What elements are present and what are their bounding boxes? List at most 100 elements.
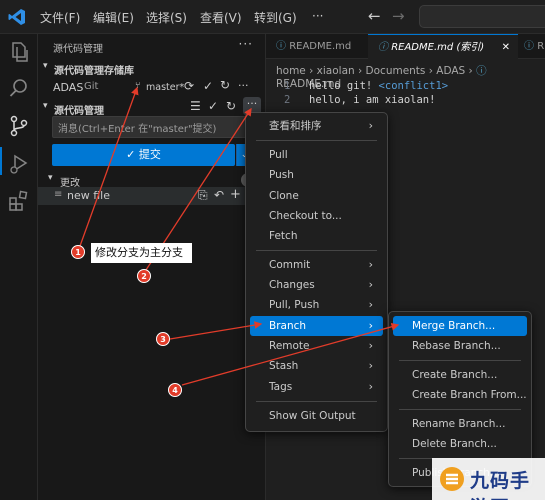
chevron-down-icon: ▾ (48, 173, 53, 183)
chevron-right-icon: › (368, 278, 373, 291)
info-icon: ⓘ (476, 65, 487, 77)
line-number: 2 (284, 94, 291, 106)
sidebar-more-button[interactable]: ··· (239, 37, 253, 51)
sidebar-title: 源代码管理 (53, 44, 103, 55)
view-as-tree-icon[interactable]: ☰ (190, 99, 201, 117)
annotation-label: 修改分支为主分支 (91, 243, 192, 263)
tab-overflow[interactable]: ⓘ R (518, 34, 545, 59)
info-icon: ⓘ (276, 41, 286, 52)
repo-more-icon[interactable]: ··· (238, 79, 249, 92)
branch-icon: ⑂ (135, 81, 141, 91)
menu-item-create-branch[interactable]: Create Branch... (393, 365, 527, 385)
menu-item-remote[interactable]: Remote › (250, 336, 383, 356)
active-indicator (0, 147, 2, 175)
menu-item-rebase-branch[interactable]: Rebase Branch... (393, 336, 527, 356)
menu-item-create-branch-from[interactable]: Create Branch From... (393, 385, 527, 405)
annotation-marker-4: 4 (168, 383, 182, 397)
editor-tabs: ⓘ README.md ⓘ README.md (索引) ✕ ⓘ R (266, 34, 545, 59)
menu-separator (256, 401, 377, 402)
commit-message-input[interactable]: 消息(Ctrl+Enter 在"master"提交) (52, 116, 252, 138)
discard-changes-icon[interactable]: ↶ (214, 188, 224, 202)
menu-item-checkout[interactable]: Checkout to... (250, 206, 383, 226)
menu-item-view-sort[interactable]: 查看和排序 › (250, 116, 383, 136)
menu-separator (399, 409, 521, 410)
vscode-logo-icon (8, 9, 25, 25)
repo-kind: Git (84, 81, 99, 92)
menu-view[interactable]: 查看(V) (200, 9, 242, 26)
stage-changes-icon[interactable]: + (230, 187, 241, 202)
refresh-icon[interactable]: ↻ (220, 78, 230, 92)
branch-name[interactable]: master* (146, 82, 184, 93)
annotation-marker-3: 3 (156, 332, 170, 346)
tab-readme-label: README.md (289, 41, 352, 52)
menu-item-changes[interactable]: Changes › (250, 275, 383, 295)
menu-file[interactable]: 文件(F) (40, 9, 80, 26)
repository-row[interactable]: ADAS Git ⑂ master* ⟳ ✓ ↻ ··· (38, 78, 266, 98)
close-icon[interactable]: ✕ (502, 35, 510, 60)
explorer-icon[interactable] (7, 40, 31, 64)
chevron-down-icon: ▾ (43, 61, 48, 71)
code-text: hello git! (309, 80, 379, 92)
repositories-section-label: 源代码管理存储库 (54, 66, 134, 77)
menu-separator (256, 140, 377, 141)
open-file-icon[interactable]: ⎘ (198, 188, 208, 203)
menu-selection[interactable]: 选择(S) (146, 9, 187, 26)
menu-item-rename-branch[interactable]: Rename Branch... (393, 414, 527, 434)
menu-item-pull[interactable]: Pull (250, 145, 383, 165)
chevron-right-icon: › (368, 339, 373, 352)
breadcrumb-item[interactable]: home (276, 65, 306, 77)
back-arrow-icon[interactable]: ← (368, 7, 381, 25)
repositories-section-header[interactable]: ▾ 源代码管理存储库 (38, 59, 266, 77)
menu-go[interactable]: 转到(G) (254, 9, 297, 26)
menu-item-delete-branch[interactable]: Delete Branch... (393, 434, 527, 454)
menu-item-push[interactable]: Push (250, 165, 383, 185)
code-tag: <conflict1> (378, 80, 449, 92)
refresh-icon[interactable]: ↻ (226, 99, 236, 117)
menu-item-tags[interactable]: Tags › (250, 377, 383, 397)
search-icon[interactable] (7, 76, 31, 100)
tab-readme-index-label: README.md (索引) (391, 42, 485, 53)
chevron-right-icon: › (368, 298, 373, 311)
command-center[interactable] (419, 5, 545, 28)
menu-item-merge-branch[interactable]: Merge Branch... (393, 316, 527, 336)
checkmark-icon[interactable]: ✓ (203, 79, 213, 93)
commit-button[interactable]: ✓ 提交 (52, 144, 235, 166)
menu-item-pull-push[interactable]: Pull, Push › (250, 295, 383, 315)
tab-readme-index[interactable]: ⓘ README.md (索引) ✕ (368, 34, 518, 59)
chevron-right-icon: › (368, 119, 373, 132)
menu-item-fetch[interactable]: Fetch (250, 226, 383, 246)
forward-arrow-icon[interactable]: → (392, 7, 405, 25)
sync-icon[interactable]: ⟳ (184, 79, 194, 93)
file-icon: ≡ (54, 189, 63, 200)
menu-separator (256, 250, 377, 251)
file-name: new file (67, 189, 110, 202)
context-menu: 查看和排序 › Pull Push Clone Checkout to... Fe… (245, 112, 388, 432)
menu-item-commit[interactable]: Commit › (250, 255, 383, 275)
watermark: 九码手游网 (432, 458, 545, 500)
source-control-icon[interactable] (7, 114, 31, 138)
menu-item-show-git-output[interactable]: Show Git Output (250, 406, 383, 426)
tab-readme[interactable]: ⓘ README.md (266, 34, 368, 59)
changed-file-row[interactable]: ≡ new file ⎘ ↶ + (38, 187, 266, 205)
line-number: 1 (284, 80, 291, 92)
repo-name: ADAS (53, 81, 84, 94)
menu-item-clone[interactable]: Clone (250, 186, 383, 206)
breadcrumb-item[interactable]: ADAS (436, 65, 465, 77)
annotation-marker-1: 1 (71, 245, 85, 259)
chevron-down-icon: ▾ (43, 101, 48, 111)
title-bar: 文件(F) 编辑(E) 选择(S) 查看(V) 转到(G) ··· ← → (0, 0, 545, 34)
menu-item-stash[interactable]: Stash › (250, 356, 383, 376)
annotation-marker-2: 2 (137, 269, 151, 283)
menu-item-branch[interactable]: Branch › (250, 316, 383, 336)
info-icon: ⓘ (378, 42, 388, 53)
commit-check-icon[interactable]: ✓ (208, 99, 218, 117)
tab-overflow-label: R (537, 41, 545, 52)
menu-more[interactable]: ··· (312, 9, 323, 23)
menu-edit[interactable]: 编辑(E) (93, 9, 134, 26)
info-icon: ⓘ (524, 41, 534, 52)
breadcrumb-item[interactable]: Documents (366, 65, 426, 77)
breadcrumb-item[interactable]: xiaolan (317, 65, 355, 77)
extensions-icon[interactable] (7, 189, 31, 213)
run-debug-icon[interactable] (7, 152, 31, 176)
chevron-right-icon: › (368, 380, 373, 393)
